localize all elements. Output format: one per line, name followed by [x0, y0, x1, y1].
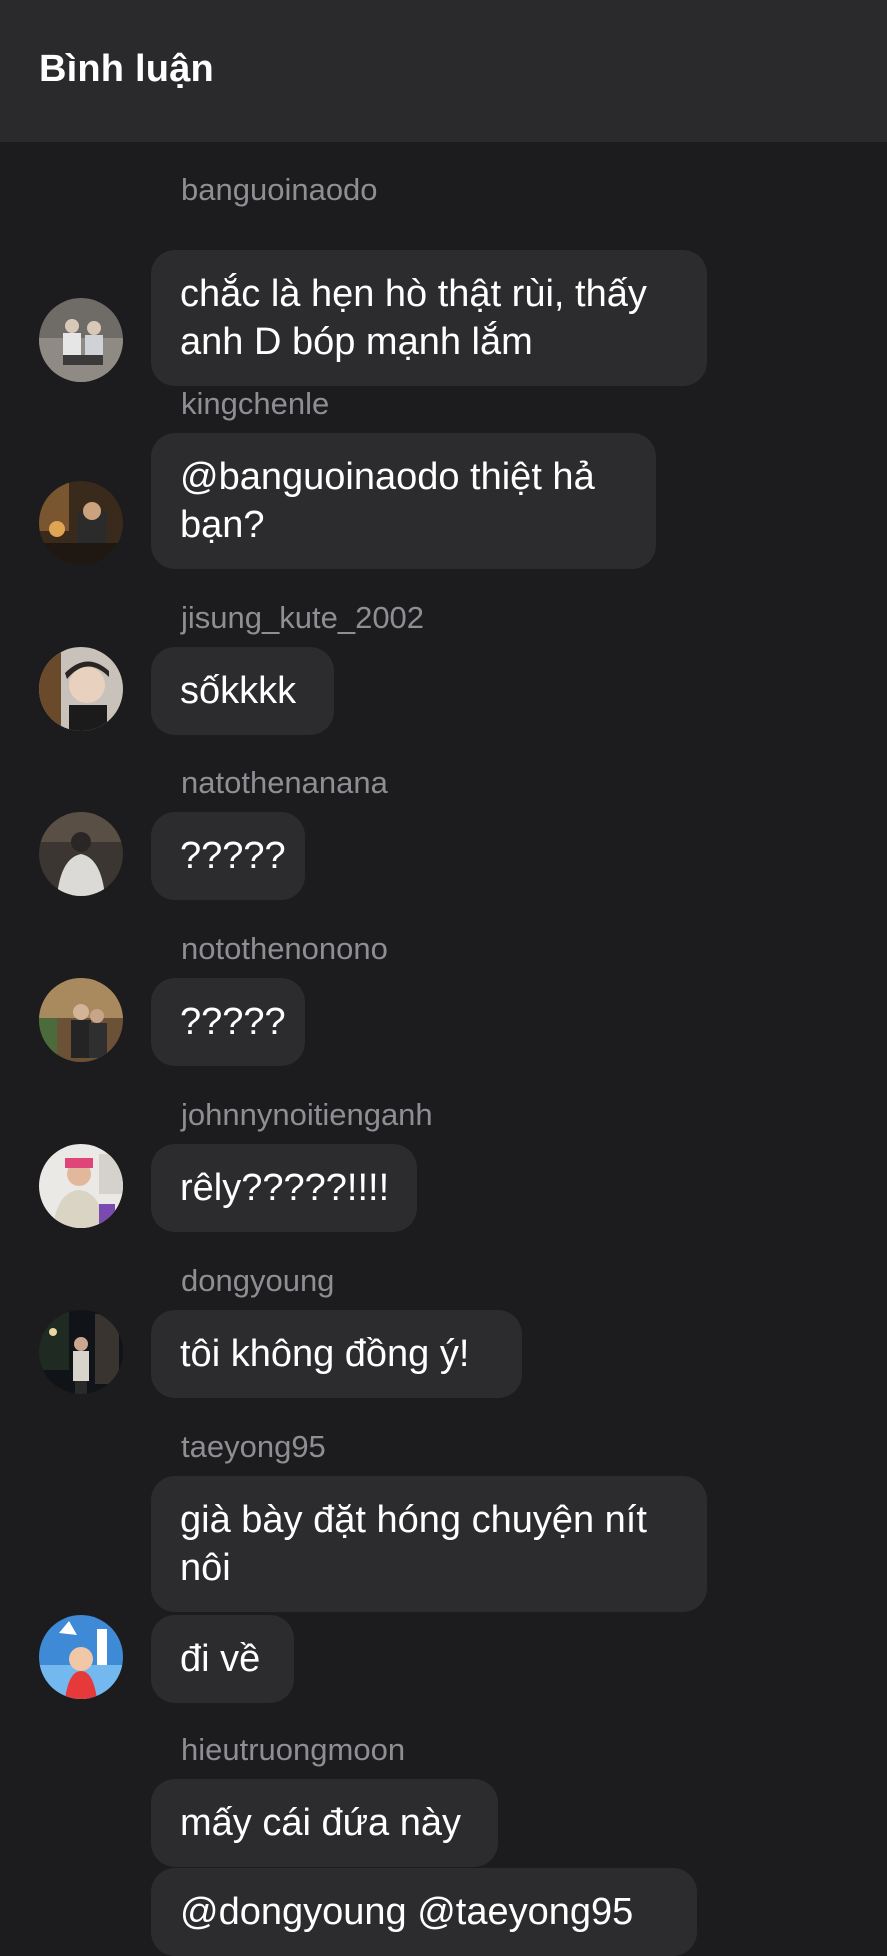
comment-username[interactable]: johnnynoitienganh	[181, 1097, 433, 1133]
comment-username[interactable]: taeyong95	[181, 1429, 326, 1465]
comment-list[interactable]: banguoinaodo chắc là hẹn hò thật rùi, th…	[0, 142, 887, 1956]
comment-bubble[interactable]: rêly?????!!!!	[151, 1144, 417, 1232]
user-avatar[interactable]	[39, 978, 123, 1062]
comment-username[interactable]: jisung_kute_2002	[181, 600, 424, 636]
comment-bubble[interactable]: chắc là hẹn hò thật rùi, thấy anh D bóp …	[151, 250, 707, 386]
comment-bubble[interactable]: sốkkkk	[151, 647, 334, 735]
comment-bubble[interactable]: @dongyoung @taeyong95	[151, 1868, 697, 1956]
user-avatar[interactable]	[39, 812, 123, 896]
user-avatar[interactable]	[39, 1310, 123, 1394]
user-avatar[interactable]	[39, 1615, 123, 1699]
user-avatar[interactable]	[39, 647, 123, 731]
user-avatar[interactable]	[39, 298, 123, 382]
comment-username[interactable]: natothenanana	[181, 765, 388, 801]
comment-username[interactable]: kingchenle	[181, 386, 329, 422]
page-title: Bình luận	[39, 48, 214, 90]
comment-bubble[interactable]: mấy cái đứa này	[151, 1779, 498, 1867]
comment-username[interactable]: hieutruongmoon	[181, 1732, 405, 1768]
comment-username[interactable]: notothenonono	[181, 931, 388, 967]
comment-bubble[interactable]: ?????	[151, 978, 305, 1066]
comment-username[interactable]: dongyoung	[181, 1263, 334, 1299]
user-avatar[interactable]	[39, 1144, 123, 1228]
comment-bubble[interactable]: đi về	[151, 1615, 294, 1703]
header-bar: Bình luận	[0, 0, 887, 142]
comment-username[interactable]: banguoinaodo	[181, 172, 378, 208]
user-avatar[interactable]	[39, 481, 123, 565]
comment-bubble[interactable]: già bày đặt hóng chuyện nít nôi	[151, 1476, 707, 1612]
comment-bubble[interactable]: tôi không đồng ý!	[151, 1310, 522, 1398]
comment-bubble[interactable]: ?????	[151, 812, 305, 900]
comment-bubble[interactable]: @banguoinaodo thiệt hả bạn?	[151, 433, 656, 569]
